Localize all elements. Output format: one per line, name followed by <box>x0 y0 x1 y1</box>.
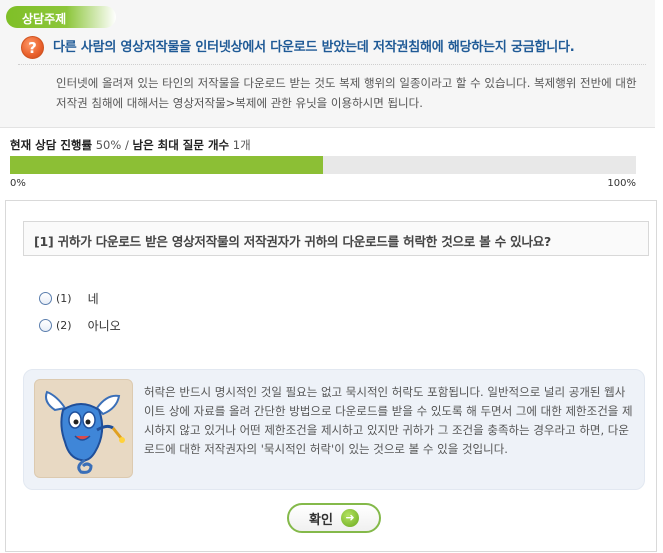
arrow-right-icon: ➜ <box>340 509 359 527</box>
hint-text: 허락은 반드시 명시적인 것일 필요는 없고 묵시적인 허락도 포함됩니다. 일… <box>144 385 633 456</box>
topic-tab-label: 상담주제 <box>22 12 67 26</box>
progress-bar <box>10 156 636 174</box>
progress-percent: 50% <box>95 138 122 152</box>
option-number: (1) <box>56 291 72 305</box>
option-label: 아니오 <box>87 318 121 333</box>
progress-min-label: 0% <box>10 178 26 189</box>
remaining-value: 1개 <box>232 138 251 152</box>
confirm-button[interactable]: 확인 ➜ <box>287 503 381 533</box>
radio-yes[interactable] <box>39 291 52 305</box>
remaining-label: 남은 최대 질문 개수 <box>132 138 230 152</box>
question-title-box: [1] 귀하가 다운로드 받은 영상저작물의 저작권자가 귀하의 다운로드를 허… <box>23 221 649 256</box>
progress-info: 현재 상담 진행률 50% / 남은 최대 질문 개수 1개 <box>10 137 251 153</box>
progress-separator: / <box>124 138 129 152</box>
question-title: [1] 귀하가 다운로드 받은 영상저작물의 저작권자가 귀하의 다운로드를 허… <box>34 234 552 249</box>
mascot-icon <box>45 390 125 474</box>
radio-no[interactable] <box>39 318 52 332</box>
mascot-image <box>34 379 133 478</box>
option-number: (2) <box>56 318 72 332</box>
option-yes[interactable]: (1) 네 <box>39 290 99 306</box>
question-panel: [1] 귀하가 다운로드 받은 영상저작물의 저작권자가 귀하의 다운로드를 허… <box>5 200 657 552</box>
progress-label: 현재 상담 진행률 <box>10 138 93 152</box>
question-icon: ? <box>21 36 44 59</box>
topic-answer: 인터넷에 올려져 있는 타인의 저작물을 다운로드 받는 것도 복제 행위의 일… <box>56 76 637 110</box>
topic-tab: 상담주제 <box>6 6 116 28</box>
option-no[interactable]: (2) 아니오 <box>39 317 121 333</box>
confirm-label: 확인 <box>309 512 333 528</box>
topic-question: 다른 사람의 영상저작물을 인터넷상에서 다운로드 받았는데 저작권침해에 해당… <box>53 40 575 55</box>
option-label: 네 <box>87 291 99 306</box>
divider <box>18 64 646 65</box>
hint-box: 허락은 반드시 명시적인 것일 필요는 없고 묵시적인 허락도 포함됩니다. 일… <box>23 369 645 490</box>
progress-max-label: 100% <box>607 178 636 189</box>
topic-box: 상담주제 ? 다른 사람의 영상저작물을 인터넷상에서 다운로드 받았는데 저작… <box>0 0 655 128</box>
progress-fill <box>10 156 323 174</box>
